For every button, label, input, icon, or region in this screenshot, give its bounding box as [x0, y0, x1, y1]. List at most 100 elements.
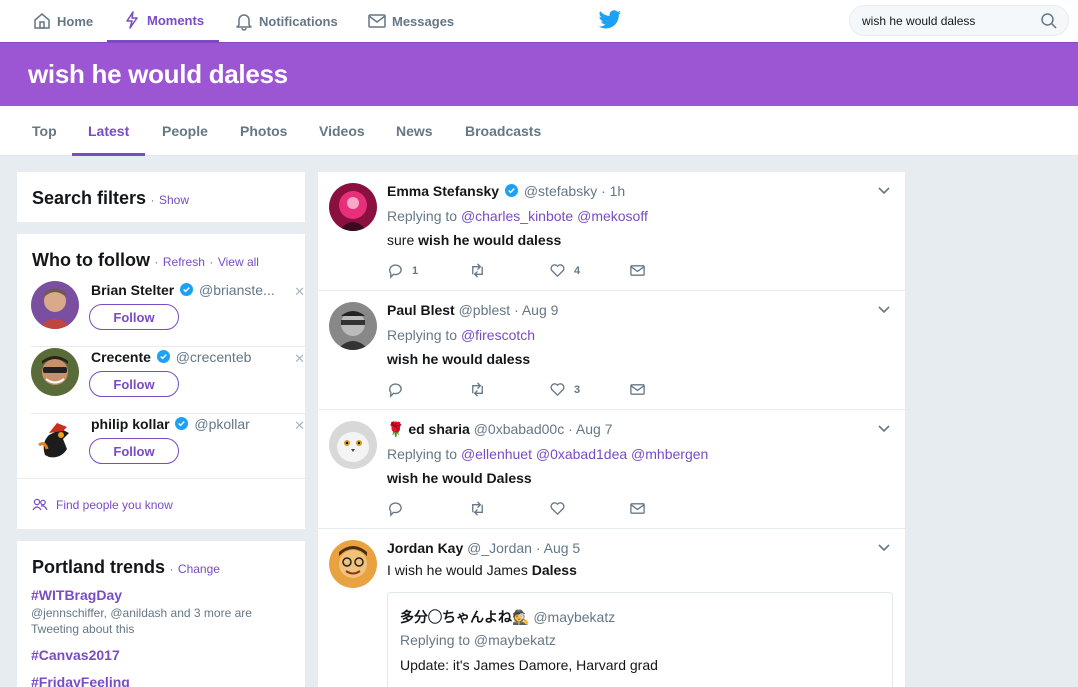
- search-box[interactable]: [849, 5, 1069, 36]
- tweet-author-name[interactable]: Paul Blest: [387, 302, 455, 318]
- tab-broadcasts[interactable]: Broadcasts: [465, 106, 541, 156]
- trend-item[interactable]: #FridayFeeling: [31, 674, 130, 687]
- avatar[interactable]: [329, 183, 377, 231]
- tweet[interactable]: 🌹 ed sharia @0xbabad00c · Aug 7 Replying…: [318, 410, 905, 529]
- search-tabs: Top Latest People Photos Videos News Bro…: [0, 106, 1078, 156]
- tweet-author-handle[interactable]: @_Jordan: [467, 540, 532, 556]
- avatar[interactable]: [31, 281, 79, 329]
- tab-videos[interactable]: Videos: [319, 106, 365, 156]
- tweet-header: 🌹 ed sharia @0xbabad00c · Aug 7: [387, 421, 612, 438]
- tweet-actions: [387, 500, 687, 520]
- view-all-link[interactable]: View all: [218, 255, 259, 269]
- who-to-follow-item: philip kollar @pkollar ✕ Follow: [31, 415, 307, 481]
- heart-icon: [550, 383, 565, 396]
- tweet-text: I wish he would James Daless: [387, 562, 577, 578]
- tweet-timestamp[interactable]: · 1h: [601, 183, 625, 199]
- reply-action[interactable]: [387, 381, 404, 398]
- tweet-author-handle[interactable]: @stefabsky: [524, 183, 597, 199]
- tab-top[interactable]: Top: [32, 106, 57, 156]
- like-count: 4: [574, 264, 581, 277]
- nav-messages[interactable]: Messages: [367, 0, 454, 42]
- trend-name: #FridayFeeling: [31, 674, 130, 687]
- tweet-author-name[interactable]: Emma Stefansky: [387, 183, 499, 199]
- tweet-author-name[interactable]: Jordan Kay: [387, 540, 463, 556]
- envelope-icon: [630, 265, 645, 276]
- tab-news[interactable]: News: [396, 106, 433, 156]
- follow-button[interactable]: Follow: [89, 371, 179, 397]
- change-location-link[interactable]: Change: [178, 562, 220, 576]
- find-people-link[interactable]: Find people you know: [32, 498, 173, 512]
- tweet-author-handle[interactable]: @0xbabad00c: [474, 421, 565, 437]
- search-input[interactable]: [862, 13, 1040, 28]
- avatar[interactable]: [31, 415, 79, 463]
- user-name[interactable]: Brian Stelter: [91, 282, 174, 298]
- nav-moments[interactable]: Moments: [107, 0, 220, 42]
- show-filters-link[interactable]: Show: [159, 193, 189, 207]
- nav-notifications[interactable]: Notifications: [234, 0, 338, 42]
- verified-badge-icon: [180, 283, 194, 296]
- tweet[interactable]: Emma Stefansky @stefabsky · 1h Replying …: [318, 172, 905, 291]
- retweet-icon: [472, 382, 483, 397]
- tweet-author-name[interactable]: ed sharia: [408, 421, 469, 437]
- rose-emoji: 🌹: [387, 421, 405, 437]
- tweet-timestamp[interactable]: · Aug 9: [514, 302, 558, 318]
- reply-icon: [389, 502, 402, 517]
- quoted-tweet[interactable]: 多分◯ちゃんよね🕵 @maybekatz Replying to @maybek…: [387, 592, 893, 687]
- chevron-down-icon[interactable]: [877, 541, 891, 555]
- chevron-down-icon[interactable]: [877, 422, 891, 436]
- dismiss-icon[interactable]: ✕: [294, 351, 305, 367]
- search-icon[interactable]: [1040, 12, 1058, 30]
- avatar[interactable]: [329, 302, 377, 350]
- trend-name: #WITBragDay: [31, 587, 123, 603]
- replying-to-users[interactable]: @charles_kinbote @mekosoff: [461, 208, 648, 224]
- tab-people[interactable]: People: [162, 106, 208, 156]
- retweet-action[interactable]: [469, 500, 486, 517]
- reply-action[interactable]: [387, 500, 404, 517]
- tweet-timestamp[interactable]: · Aug 7: [568, 421, 612, 437]
- verified-badge-icon: [175, 417, 189, 430]
- replying-to-users[interactable]: @firescotch: [461, 327, 535, 343]
- nav-home[interactable]: Home: [32, 0, 93, 42]
- avatar[interactable]: [329, 421, 377, 469]
- avatar[interactable]: [329, 540, 377, 588]
- direct-message-action[interactable]: [629, 381, 646, 398]
- quoted-author-name: 多分◯ちゃんよね🕵: [400, 609, 530, 625]
- trend-name: #Canvas2017: [31, 647, 120, 663]
- separator: ·: [169, 562, 174, 576]
- trend-item[interactable]: #Canvas2017: [31, 647, 120, 663]
- avatar[interactable]: [31, 348, 79, 396]
- follow-button[interactable]: Follow: [89, 438, 179, 464]
- tab-photos[interactable]: Photos: [240, 106, 287, 156]
- tweet[interactable]: Jordan Kay @_Jordan · Aug 5 I wish he wo…: [318, 529, 905, 687]
- tweet-timestamp[interactable]: · Aug 5: [536, 540, 580, 556]
- trend-item[interactable]: #WITBragDay @jennschiffer, @anildash and…: [31, 587, 271, 637]
- like-action[interactable]: 4: [549, 262, 580, 279]
- retweet-action[interactable]: [469, 262, 486, 279]
- timeline: Emma Stefansky @stefabsky · 1h Replying …: [318, 172, 905, 687]
- user-name[interactable]: philip kollar: [91, 416, 170, 432]
- chevron-down-icon[interactable]: [877, 184, 891, 198]
- tweet-author-handle[interactable]: @pblest: [459, 302, 511, 318]
- follow-button[interactable]: Follow: [89, 304, 179, 330]
- replying-to-users[interactable]: @ellenhuet @0xabad1dea @mhbergen: [461, 446, 708, 462]
- like-count: 3: [574, 383, 581, 396]
- heart-icon: [550, 502, 565, 515]
- like-action[interactable]: [549, 500, 566, 517]
- reply-icon: [389, 383, 402, 398]
- tab-latest[interactable]: Latest: [72, 106, 146, 156]
- dismiss-icon[interactable]: ✕: [294, 418, 305, 434]
- reply-action[interactable]: 1: [387, 262, 418, 279]
- twitter-bird-icon[interactable]: [598, 9, 622, 31]
- chevron-down-icon[interactable]: [877, 303, 891, 317]
- retweet-icon: [472, 501, 483, 516]
- dismiss-icon[interactable]: ✕: [294, 284, 305, 300]
- tweet[interactable]: Paul Blest @pblest · Aug 9 Replying to @…: [318, 291, 905, 410]
- replying-to-prefix: Replying to: [387, 446, 458, 462]
- refresh-link[interactable]: Refresh: [163, 255, 205, 269]
- user-name[interactable]: Crecente: [91, 349, 151, 365]
- like-action[interactable]: 3: [549, 381, 580, 398]
- direct-message-action[interactable]: [629, 500, 646, 517]
- retweet-action[interactable]: [469, 381, 486, 398]
- divider: [17, 478, 305, 479]
- direct-message-action[interactable]: [629, 262, 646, 279]
